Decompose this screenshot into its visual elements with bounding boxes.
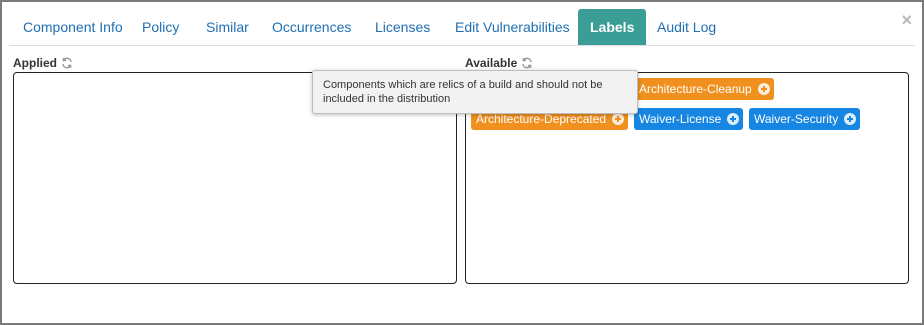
add-circle-icon[interactable] [757, 83, 770, 95]
add-circle-icon[interactable] [727, 113, 740, 125]
tab-component-info[interactable]: Component Info [23, 9, 123, 45]
tooltip-text: Components which are relics of a build a… [323, 79, 603, 105]
label-chip-text: Architecture-Cleanup [639, 82, 752, 96]
tab-labels[interactable]: Labels [578, 9, 647, 45]
tab-audit-log[interactable]: Audit Log [657, 9, 716, 45]
label-chip[interactable]: Waiver-License [634, 108, 744, 130]
tab-licenses[interactable]: Licenses [375, 9, 430, 45]
add-circle-icon[interactable] [612, 113, 625, 125]
tab-policy[interactable]: Policy [142, 9, 179, 45]
label-chip[interactable]: Waiver-Security [749, 108, 861, 130]
tab-similar[interactable]: Similar [206, 9, 249, 45]
refresh-icon[interactable] [521, 57, 533, 69]
applied-title: Applied [13, 56, 57, 70]
component-details-dialog: Component Info Policy Similar Occurrence… [0, 0, 924, 325]
label-chip-text: Waiver-Security [754, 112, 839, 126]
label-description-tooltip: Components which are relics of a build a… [312, 70, 638, 114]
tab-edit-vulnerabilities[interactable]: Edit Vulnerabilities [455, 9, 570, 45]
close-icon[interactable]: × [901, 11, 912, 29]
available-header: Available [465, 56, 533, 70]
tab-occurrences[interactable]: Occurrences [272, 9, 351, 45]
label-chip[interactable]: Architecture-Cleanup [634, 78, 774, 100]
tab-bar: Component Info Policy Similar Occurrence… [9, 9, 915, 46]
add-circle-icon[interactable] [844, 113, 857, 125]
available-title: Available [465, 56, 518, 70]
refresh-icon[interactable] [61, 57, 73, 69]
applied-header: Applied [13, 56, 73, 70]
label-chip-text: Waiver-License [639, 112, 722, 126]
